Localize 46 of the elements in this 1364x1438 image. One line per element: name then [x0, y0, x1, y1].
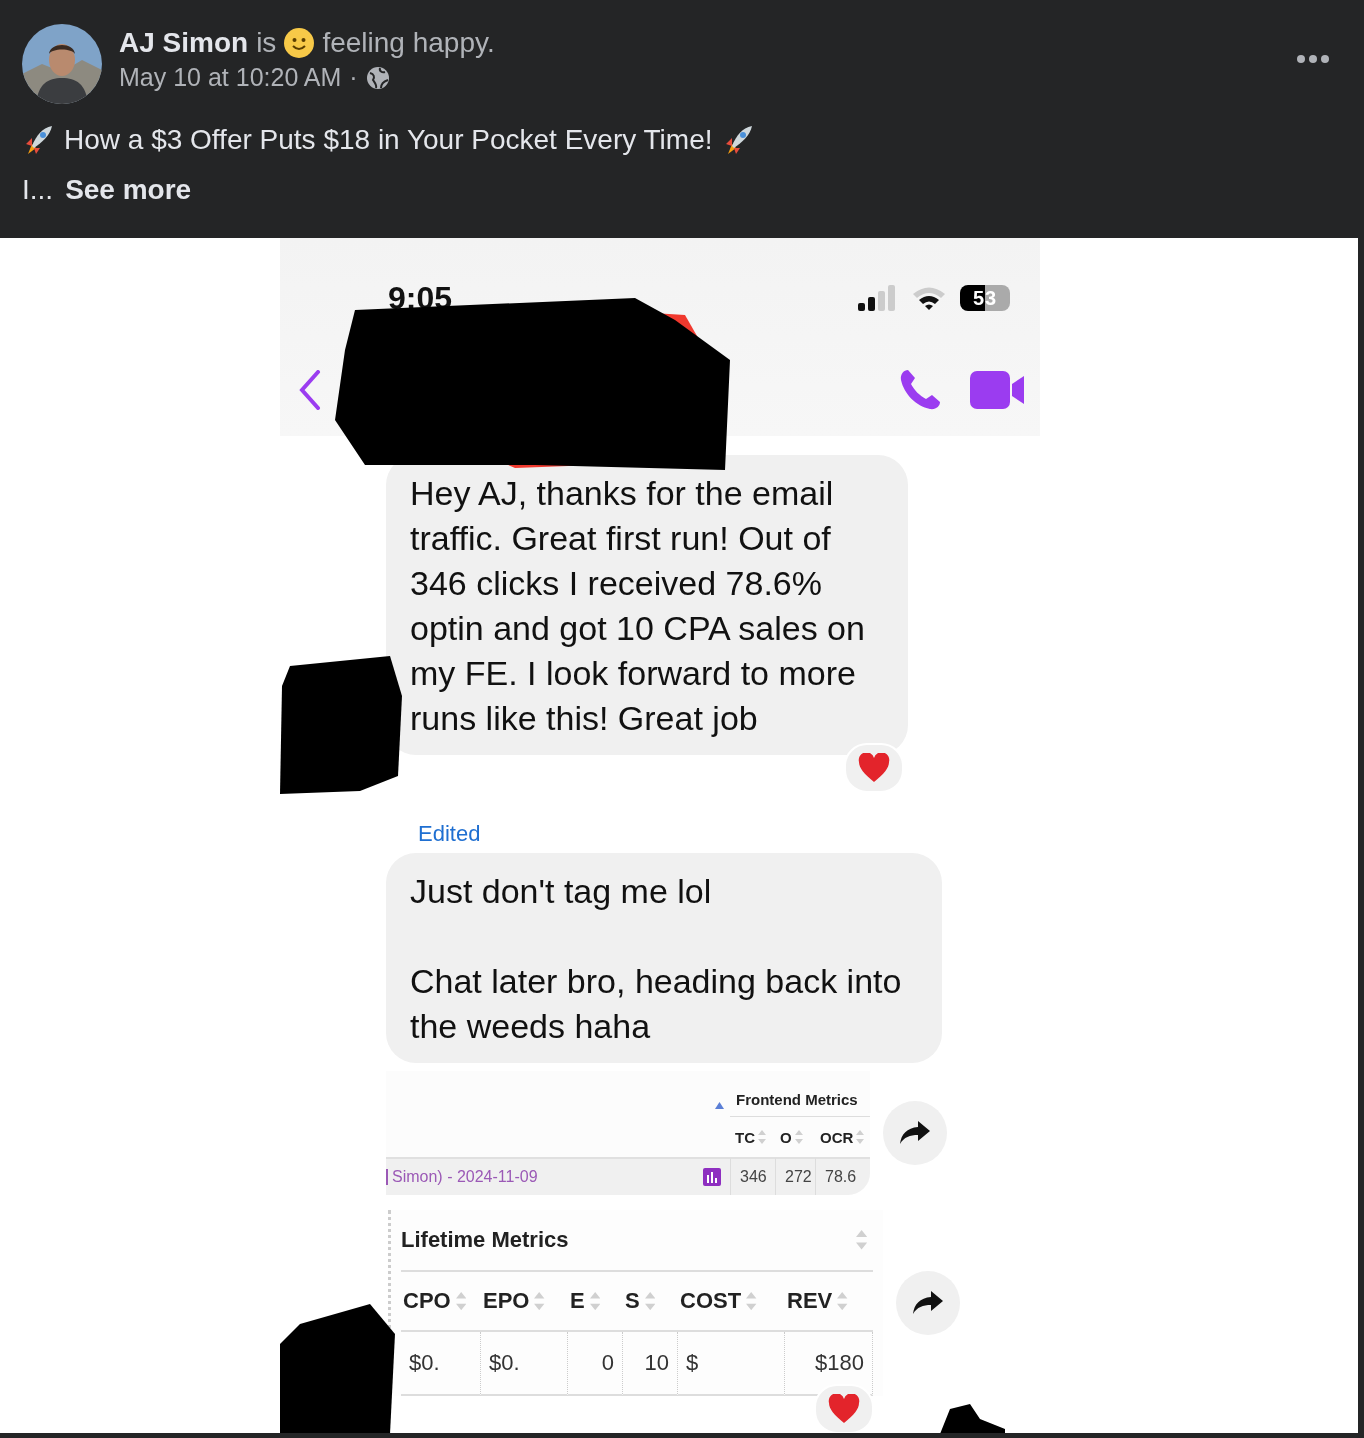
heart-reaction[interactable] [814, 1384, 874, 1433]
column-header[interactable]: EPO [483, 1288, 530, 1314]
author-name[interactable]: AJ Simon [119, 27, 249, 59]
smiley-icon [284, 28, 315, 58]
share-icon [899, 1121, 931, 1145]
globe-icon [365, 65, 390, 90]
column-header[interactable]: E [570, 1288, 585, 1314]
column-header[interactable]: S [625, 1288, 640, 1314]
message-text: Just don't tag me lol [410, 871, 713, 912]
post-excerpt: I... [22, 174, 54, 206]
chart-icon[interactable] [703, 1168, 721, 1186]
column-header[interactable]: COST [680, 1288, 742, 1314]
heart-icon [828, 1394, 860, 1424]
back-icon[interactable] [298, 370, 322, 410]
column-header[interactable]: OCR [820, 1128, 854, 1146]
table-cell: 78.6 [815, 1157, 870, 1195]
feeling-text: feeling happy. [322, 27, 495, 59]
status-verb: is [256, 27, 277, 59]
column-header[interactable]: CPO [403, 1288, 451, 1314]
signal-icon [858, 285, 898, 311]
table-cell: 346 [730, 1157, 775, 1195]
post-date[interactable]: May 10 at 10:20 AM [119, 63, 342, 92]
separator-dot: · [349, 63, 358, 92]
column-header[interactable]: TC [735, 1128, 755, 1146]
message-text: Chat later bro, heading back into the weeds haha [410, 961, 903, 1047]
table-cell: $ [678, 1332, 785, 1396]
share-icon [912, 1291, 944, 1315]
table-cell: $0. [481, 1332, 568, 1396]
table-title: Lifetime Metrics [401, 1227, 569, 1253]
phone-icon[interactable] [898, 368, 942, 412]
message-text: Hey AJ, thanks for the email traffic. Great first run! Out of 346 clicks I received 78.6% optin and got 10 CPA sales on my FE. I look forward to more runs like this! Great job [410, 473, 866, 739]
wifi-icon [912, 285, 946, 311]
table-cell: 0 [568, 1332, 623, 1396]
table-cell: $0. [401, 1332, 481, 1396]
table-cell: 10 [623, 1332, 678, 1396]
more-options-icon[interactable] [1296, 54, 1330, 64]
table-cell: 272 [775, 1157, 815, 1195]
post-headline: How a $3 Offer Puts $18 in Your Pocket Every Time! [64, 124, 713, 156]
column-header[interactable]: REV [787, 1288, 833, 1314]
heart-icon [858, 753, 890, 783]
see-more-link[interactable]: See more [65, 174, 192, 206]
sort-arrow-icon [715, 1102, 724, 1109]
edited-label: Edited [418, 821, 482, 847]
video-camera-icon[interactable] [970, 371, 1024, 409]
table-title: Frontend Metrics [730, 1071, 870, 1117]
column-header[interactable]: O [780, 1128, 792, 1146]
